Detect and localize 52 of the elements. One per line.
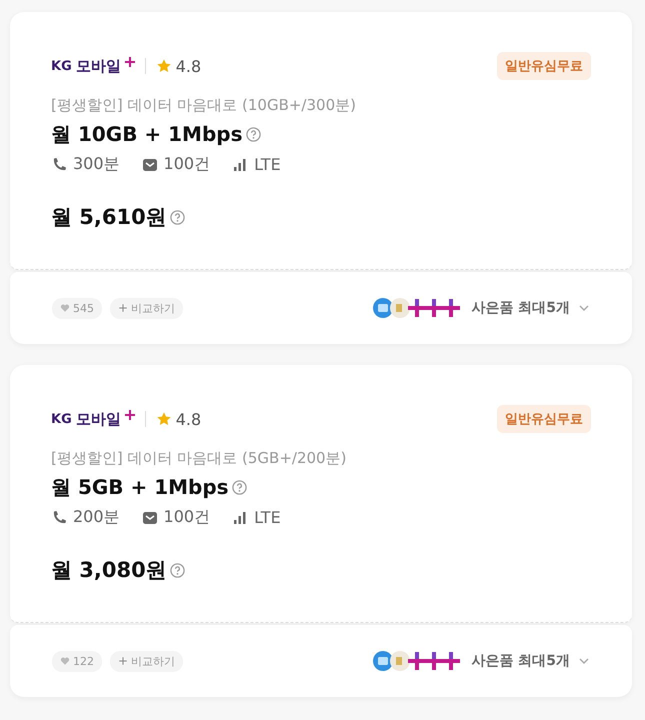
heart-icon [60, 656, 70, 666]
plus-icon [118, 656, 128, 666]
gift-button[interactable]: 사은품 최대5개 [471, 652, 590, 670]
plan-card[interactable]: KG 모바일 4.8 일반유심무료 [평생할인] 데이터 마음대로 (5GB+/200분) 월 5GB + 1Mbps 200분 100건 LTE 월 3,080원 [10, 365, 632, 623]
plan-title: 월 10GB + 1Mbps [51, 121, 242, 148]
star-icon [156, 58, 172, 74]
phone-icon [51, 510, 67, 526]
help-icon[interactable] [170, 562, 185, 578]
message-icon [142, 510, 158, 526]
spec-text: 300분 [73, 154, 120, 175]
plan-card[interactable]: KG 모바일 4.8 일반유심무료 [평생할인] 데이터 마음대로 (10GB+/300분) 월 10GB + 1Mbps 300분 100건 LTE 월 5,610원 [10, 12, 632, 270]
plus-icon [407, 298, 428, 318]
gift-thumbnail-icon [373, 651, 394, 671]
signal-icon [232, 510, 248, 526]
plus-icon [407, 651, 428, 671]
spec-text: 200분 [73, 507, 120, 528]
gift-button[interactable]: 사은품 최대5개 [471, 299, 590, 317]
plus-icon [424, 651, 444, 671]
spec-text: LTE [254, 508, 281, 527]
plus-icon [441, 298, 462, 318]
phone-icon [51, 156, 67, 172]
plan-subtitle: [평생할인] 데이터 마음대로 (10GB+/300분) [51, 96, 357, 115]
spec-text: LTE [254, 155, 281, 174]
price: 월 3,080원 [51, 557, 167, 584]
plan-subtitle: [평생할인] 데이터 마음대로 (5GB+/200분) [51, 449, 348, 468]
brand-name: 모바일 [76, 410, 121, 428]
badge: 일반유심무료 [497, 405, 591, 433]
rating: 4.8 [176, 410, 202, 428]
help-icon[interactable] [246, 127, 260, 142]
heart-icon [60, 303, 70, 313]
gift-thumbnail-icon [390, 298, 410, 318]
spec-text: 100건 [164, 507, 210, 528]
spec-text: 100건 [164, 154, 210, 175]
plus-icon [118, 303, 128, 313]
plan-title: 월 5GB + 1Mbps [51, 474, 229, 501]
star-icon [156, 411, 172, 427]
plus-icon [124, 410, 135, 420]
badge: 일반유심무료 [497, 52, 591, 80]
price: 월 5,610원 [51, 204, 167, 231]
rating: 4.8 [176, 56, 202, 76]
brand-prefix: KG [51, 58, 72, 74]
help-icon[interactable] [232, 480, 247, 495]
message-icon [142, 156, 158, 172]
brand-name: 모바일 [76, 56, 121, 76]
gift-thumbnail-icon [373, 298, 394, 318]
plus-icon [124, 56, 135, 66]
brand-prefix: KG [51, 412, 72, 426]
gift-thumbnail-icon [390, 651, 410, 671]
plus-icon [424, 298, 444, 318]
signal-icon [232, 156, 248, 172]
plus-icon [441, 651, 462, 671]
help-icon[interactable] [170, 210, 185, 224]
